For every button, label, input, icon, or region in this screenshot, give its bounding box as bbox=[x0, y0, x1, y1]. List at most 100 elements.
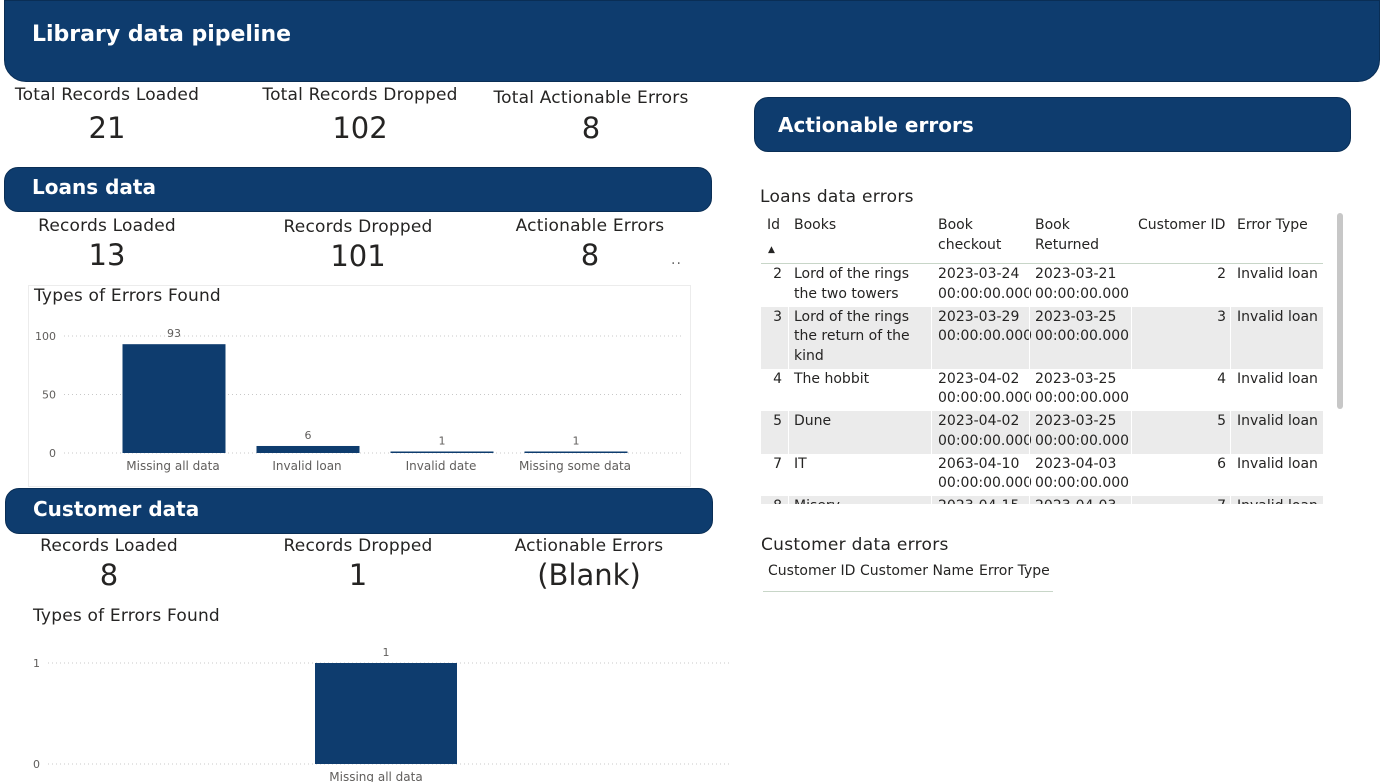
kpi-label: Total Records Loaded bbox=[14, 85, 200, 105]
column-header-customer-id[interactable]: Customer ID bbox=[1138, 216, 1225, 236]
column-divider bbox=[1029, 368, 1030, 411]
kpi-total-records-loaded[interactable]: Total Records Loaded 21 bbox=[10, 85, 204, 145]
table-scrollbar[interactable] bbox=[1337, 213, 1343, 409]
cell-customer-id: 2 bbox=[1217, 266, 1226, 282]
cell-books: IT bbox=[794, 455, 807, 472]
data-label: 1 bbox=[573, 435, 580, 448]
column-divider bbox=[1230, 496, 1231, 504]
customer-errors-chart[interactable]: 0 1 1 Missing all data bbox=[28, 634, 733, 782]
column-header-book-returned[interactable]: Book Returned bbox=[1035, 216, 1115, 255]
kpi-label: Records Loaded bbox=[38, 216, 176, 236]
y-tick-label: 1 bbox=[33, 657, 40, 670]
loans-section-title: Loans data bbox=[32, 174, 156, 199]
cell-book-returned: 00:00:00.000 bbox=[1035, 285, 1130, 302]
x-tick-label: Missing some data bbox=[519, 459, 631, 473]
kpi-label: Records Dropped bbox=[283, 217, 433, 237]
data-label: 6 bbox=[305, 429, 312, 442]
loans-section-banner: Loans data bbox=[4, 167, 712, 212]
kpi-customer-records-dropped[interactable]: Records Dropped 1 bbox=[273, 536, 443, 592]
cell-error-type: Invalid loan bbox=[1237, 370, 1318, 387]
column-header-customer-id[interactable]: Customer ID bbox=[768, 562, 855, 582]
cell-books: the two towers bbox=[794, 285, 899, 302]
column-divider bbox=[1230, 411, 1231, 454]
cell-book-checkout: 2023-03-24 bbox=[938, 266, 1020, 282]
column-divider bbox=[788, 453, 789, 496]
cell-customer-id: 4 bbox=[1217, 370, 1226, 387]
cell-books: Misery bbox=[794, 497, 840, 504]
column-divider bbox=[788, 264, 789, 307]
customer-section-banner: Customer data bbox=[5, 488, 713, 534]
bar bbox=[524, 451, 628, 453]
page-title: Library data pipeline bbox=[32, 21, 292, 47]
column-divider bbox=[1131, 306, 1132, 369]
customer-errors-table-title: Customer data errors bbox=[761, 535, 949, 555]
loans-errors-chart[interactable]: 0 50 100 93 Missing all data 6 Invalid loan 1 In… bbox=[28, 310, 691, 487]
loans-errors-table-header: Id ▲ Books Book checkout Book Returned C… bbox=[761, 214, 1323, 264]
cell-books: Dune bbox=[794, 413, 832, 429]
kpi-label: Records Loaded bbox=[40, 536, 178, 556]
kpi-value: (Blank) bbox=[537, 558, 641, 592]
page-title-banner: Library data pipeline bbox=[4, 0, 1380, 82]
cell-book-returned: 2023-03-25 bbox=[1035, 370, 1117, 387]
table-row[interactable]: 3 Lord of the rings the return of the kind 2… bbox=[761, 306, 1323, 369]
bar bbox=[390, 451, 494, 453]
cell-book-returned: 00:00:00.000 bbox=[1035, 328, 1130, 344]
column-header-error-type[interactable]: Error Type bbox=[979, 562, 1050, 582]
kpi-value: 1 bbox=[348, 558, 368, 592]
table-row[interactable]: 4 The hobbit 2023-04-02 00:00:00.000 2023-03… bbox=[761, 368, 1323, 411]
loans-errors-table-body[interactable]: 2 Lord of the rings the two towers 2023-03-… bbox=[761, 264, 1323, 504]
cell-book-checkout: 00:00:00.000 bbox=[938, 328, 1033, 344]
actionable-errors-title: Actionable errors bbox=[778, 112, 974, 137]
actionable-errors-banner: Actionable errors bbox=[754, 97, 1351, 152]
loans-chart-title: Types of Errors Found bbox=[34, 286, 221, 306]
kpi-value: 102 bbox=[332, 111, 388, 145]
kpi-loans-records-dropped[interactable]: Records Dropped 101 bbox=[273, 217, 443, 273]
bar bbox=[256, 445, 360, 453]
column-divider bbox=[1029, 264, 1030, 307]
kpi-label: Actionable Errors bbox=[515, 216, 665, 236]
y-tick-label: 0 bbox=[33, 758, 40, 771]
column-divider bbox=[788, 496, 789, 504]
column-divider bbox=[1230, 264, 1231, 307]
kpi-customer-actionable-errors[interactable]: Actionable Errors (Blank) bbox=[504, 536, 674, 592]
column-divider bbox=[1230, 306, 1231, 369]
table-row[interactable]: 5 Dune 2023-04-02 00:00:00.000 2023-03-25 00:… bbox=[761, 411, 1323, 454]
data-label: 93 bbox=[167, 327, 181, 340]
kpi-loans-records-loaded[interactable]: Records Loaded 13 bbox=[22, 216, 192, 272]
cell-book-checkout: 2023-04-15 bbox=[938, 497, 1019, 504]
kpi-loans-actionable-errors[interactable]: Actionable Errors 8 bbox=[506, 216, 674, 272]
kpi-label: Total Records Dropped bbox=[262, 85, 458, 105]
cell-book-returned: 00:00:00.000 bbox=[1035, 432, 1130, 449]
kpi-total-records-dropped[interactable]: Total Records Dropped 102 bbox=[258, 85, 462, 145]
y-tick-label: 0 bbox=[49, 447, 56, 460]
column-divider bbox=[931, 453, 932, 496]
table-row[interactable]: 2 Lord of the rings the two towers 2023-03-… bbox=[761, 264, 1323, 307]
sort-ascending-icon[interactable]: ▲ bbox=[768, 245, 775, 255]
column-divider bbox=[1131, 264, 1132, 307]
table-row[interactable]: 8Misery2023-04-1500:00:00.0002023-04-030… bbox=[761, 496, 1323, 504]
column-header-book-checkout[interactable]: Book checkout bbox=[938, 216, 1018, 255]
header-divider bbox=[763, 591, 1053, 592]
kpi-total-actionable-errors[interactable]: Total Actionable Errors 8 bbox=[488, 88, 694, 145]
column-divider bbox=[931, 306, 932, 369]
kpi-customer-records-loaded[interactable]: Records Loaded 8 bbox=[24, 536, 194, 592]
data-label: 1 bbox=[439, 435, 446, 448]
column-header-id[interactable]: Id bbox=[767, 216, 780, 236]
column-header-books[interactable]: Books bbox=[794, 216, 836, 236]
column-divider bbox=[788, 306, 789, 369]
cell-error-type: Invalid loan bbox=[1237, 455, 1318, 472]
cell-customer-id: 6 bbox=[1217, 455, 1226, 472]
y-tick-label: 50 bbox=[42, 389, 56, 402]
more-options-icon[interactable]: ·· bbox=[671, 256, 682, 272]
column-divider bbox=[1131, 496, 1132, 504]
x-tick-label: Missing all data bbox=[329, 770, 422, 782]
kpi-value: 101 bbox=[330, 239, 386, 273]
column-header-error-type[interactable]: Error Type bbox=[1237, 216, 1308, 236]
cell-book-checkout: 2023-04-02 bbox=[938, 413, 1020, 429]
column-header-customer-name[interactable]: Customer Name bbox=[860, 562, 974, 582]
table-row[interactable]: 7 IT 2063-04-10 00:00:00.000 2023-04-03 00:00… bbox=[761, 453, 1323, 496]
column-divider bbox=[1131, 453, 1132, 496]
cell-book-checkout: 00:00:00.000 bbox=[938, 475, 1033, 491]
cell-books: kind bbox=[794, 347, 824, 364]
cell-book-returned: 2023-03-25 bbox=[1035, 413, 1117, 429]
